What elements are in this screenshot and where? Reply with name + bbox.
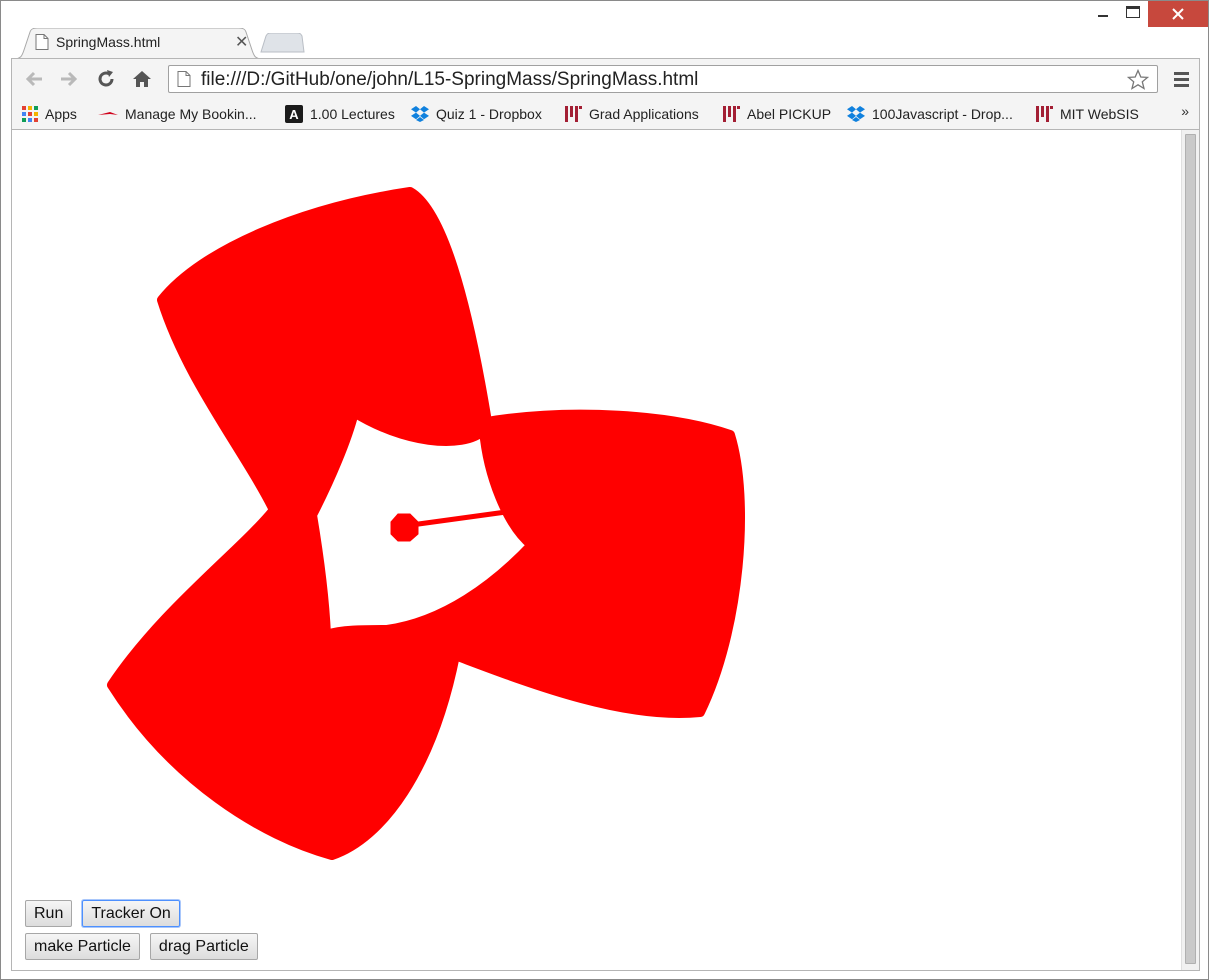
browser-menu-button[interactable] [1169, 67, 1193, 91]
home-button[interactable] [130, 67, 154, 91]
maximize-button[interactable] [1118, 1, 1148, 23]
reload-icon [98, 70, 114, 87]
back-button[interactable] [22, 67, 46, 91]
maximize-icon [1126, 6, 1140, 18]
bookmark-apps[interactable]: Apps [22, 103, 77, 125]
bookmark-quiz-dropbox[interactable]: Quiz 1 - Dropbox [411, 103, 542, 125]
browser-window: SpringMass.html ✕ file:///D:/GitHub/one/… [0, 0, 1209, 980]
minimize-icon [1098, 15, 1108, 17]
bookmark-lectures[interactable]: A 1.00 Lectures [285, 103, 395, 125]
close-tab-icon[interactable]: ✕ [235, 32, 248, 51]
bookmark-grad-applications[interactable]: Grad Applications [564, 103, 699, 125]
bookmark-label: 100Javascript - Drop... [872, 106, 1013, 122]
bookmarks-overflow-button[interactable]: » [1181, 103, 1189, 119]
back-arrow-icon [25, 71, 42, 87]
bookmark-label: MIT WebSIS [1060, 106, 1139, 122]
simulation-controls: Run Tracker On make Particle drag Partic… [25, 900, 268, 966]
home-icon [133, 71, 151, 87]
make-particle-button[interactable]: make Particle [25, 933, 140, 960]
tab-title: SpringMass.html [56, 34, 161, 50]
vertical-scrollbar[interactable] [1181, 130, 1199, 970]
mit-logo-icon [564, 105, 582, 123]
forward-button[interactable] [57, 67, 81, 91]
run-button[interactable]: Run [25, 900, 73, 927]
mass-node[interactable] [390, 513, 419, 542]
page-icon [177, 71, 191, 92]
bookmark-star-icon[interactable] [1126, 68, 1150, 96]
bookmark-label: Apps [45, 106, 77, 122]
mit-logo-icon [722, 105, 740, 123]
mit-logo-icon [1035, 105, 1053, 123]
airline-icon [98, 109, 118, 119]
url-text: file:///D:/GitHub/one/john/L15-SpringMas… [201, 69, 699, 90]
dropbox-icon [847, 106, 865, 122]
window-controls [1088, 1, 1208, 29]
controls-row-2: make Particle drag Particle [25, 933, 268, 960]
bookmark-100javascript[interactable]: 100Javascript - Drop... [847, 103, 1013, 125]
tracker-toggle-button[interactable]: Tracker On [82, 900, 180, 927]
controls-row-1: Run Tracker On [25, 900, 268, 927]
bookmark-label: 1.00 Lectures [310, 106, 395, 122]
simulation-canvas[interactable] [12, 130, 1182, 890]
bookmark-label: Abel PICKUP [747, 106, 832, 122]
bookmark-manage-booking[interactable]: Manage My Bookin... [98, 103, 257, 125]
browser-toolbar: file:///D:/GitHub/one/john/L15-SpringMas… [11, 58, 1200, 98]
address-bar[interactable]: file:///D:/GitHub/one/john/L15-SpringMas… [168, 65, 1158, 93]
reload-button[interactable] [94, 67, 118, 91]
scrollbar-thumb[interactable] [1185, 134, 1196, 964]
page-viewport: Run Tracker On make Particle drag Partic… [11, 130, 1200, 971]
bookmark-label: Quiz 1 - Dropbox [436, 106, 542, 122]
bookmark-mit-websis[interactable]: MIT WebSIS [1035, 103, 1139, 125]
bookmark-abel-pickup[interactable]: Abel PICKUP [722, 103, 831, 125]
page-icon [35, 34, 49, 55]
minimize-button[interactable] [1088, 1, 1118, 23]
close-icon [1172, 8, 1184, 20]
dropbox-icon [411, 106, 429, 122]
bookmark-label: Grad Applications [589, 106, 699, 122]
forward-arrow-icon [61, 71, 78, 87]
title-bar: SpringMass.html ✕ [1, 1, 1208, 59]
close-window-button[interactable] [1148, 1, 1208, 27]
bookmarks-bar: Apps Manage My Bookin... A 1.00 Lectures… [11, 98, 1200, 130]
letter-a-icon: A [285, 105, 303, 123]
spring-line [403, 509, 507, 529]
browser-tab[interactable]: SpringMass.html ✕ [13, 28, 263, 59]
new-tab-button[interactable] [259, 32, 305, 53]
svg-text:A: A [289, 107, 299, 122]
drag-particle-button[interactable]: drag Particle [149, 933, 258, 960]
bookmark-label: Manage My Bookin... [125, 106, 257, 122]
apps-grid-icon [22, 106, 38, 122]
